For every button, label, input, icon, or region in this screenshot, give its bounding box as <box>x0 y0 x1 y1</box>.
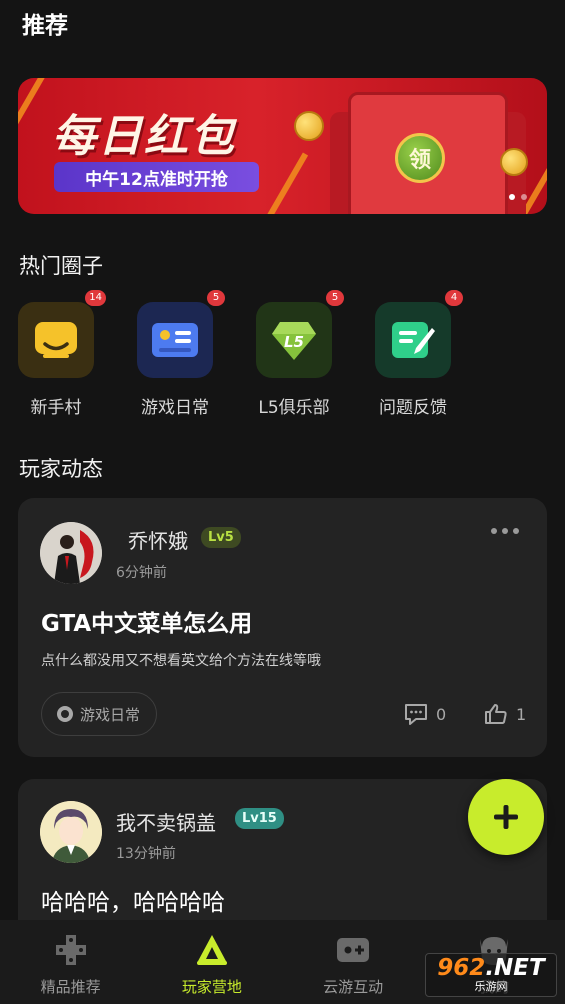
daily-red-packet-banner[interactable]: 每日红包 中午12点准时开抢 领 <box>18 78 547 214</box>
watermark-subtitle: 乐游网 <box>474 980 508 993</box>
page-title: 推荐 <box>22 13 68 39</box>
post-card[interactable]: 乔怀娥 Lv5 6分钟前 GTA中文菜单怎么用 点什么都没用又不想看英文给个方法… <box>18 498 547 757</box>
like-count: 1 <box>516 704 527 724</box>
diamond-l5-icon: L5 <box>272 322 316 360</box>
circle-item-newbie[interactable]: 14 新手村 <box>6 290 106 418</box>
player-feed-heading: 玩家动态 <box>19 457 103 481</box>
post-author[interactable]: 乔怀娥 <box>128 525 188 554</box>
post-time: 13分钟前 <box>116 846 176 862</box>
avatar[interactable] <box>40 522 102 584</box>
pagination-dot <box>521 194 527 200</box>
nav-item-featured[interactable]: 精品推荐 <box>0 920 141 1004</box>
banner-decor-stripe <box>18 78 47 154</box>
unread-badge: 14 <box>85 290 106 306</box>
nav-label: 云游互动 <box>323 978 384 996</box>
circle-tag-icon <box>57 706 73 722</box>
plus-icon <box>494 805 518 829</box>
like-button[interactable]: 1 <box>484 703 526 725</box>
level-badge: Lv5 <box>201 527 241 548</box>
comment-count: 0 <box>436 704 447 724</box>
circle-icon-wrapper: L5 5 <box>256 290 344 378</box>
unread-badge: 5 <box>326 290 344 306</box>
post-card[interactable]: 我不卖锅盖 Lv15 13分钟前 哈哈哈，哈哈哈哈 <box>18 779 547 939</box>
circle-label: L5俱乐部 <box>258 398 330 418</box>
pagination-dot <box>509 194 515 200</box>
smile-card-icon <box>35 322 77 358</box>
circle-item-game-daily[interactable]: 5 游戏日常 <box>125 290 225 418</box>
unread-badge: 4 <box>445 290 463 306</box>
circle-icon-wrapper: 4 <box>375 290 463 378</box>
banner-subtitle: 中午12点准时开抢 <box>54 162 259 192</box>
gold-coin-icon <box>500 148 528 176</box>
circle-label: 游戏日常 <box>141 398 209 418</box>
watermark-logo: 962.NET <box>437 955 545 981</box>
svg-text:L5: L5 <box>284 333 304 351</box>
thumbs-up-icon <box>485 704 507 724</box>
circle-item-feedback[interactable]: 4 问题反馈 <box>363 290 463 418</box>
avatar[interactable] <box>40 801 102 863</box>
cloud-game-icon <box>337 938 370 962</box>
unread-badge: 5 <box>207 290 225 306</box>
envelope-seal: 领 <box>395 133 445 183</box>
level-badge: Lv15 <box>235 808 284 829</box>
post-title: GTA中文菜单怎么用 <box>41 611 253 637</box>
gold-coin-icon <box>294 111 324 141</box>
comment-button[interactable]: 0 <box>404 703 446 725</box>
profile-card-icon <box>152 323 198 357</box>
circle-label: 问题反馈 <box>379 398 447 418</box>
circle-icon-wrapper: 14 <box>18 290 106 378</box>
nav-item-player-camp[interactable]: 玩家营地 <box>141 920 282 1004</box>
gamepad-icon <box>55 935 86 965</box>
avatar-image <box>40 522 102 584</box>
site-watermark: 962.NET 乐游网 <box>425 953 557 997</box>
nav-label: 精品推荐 <box>40 978 101 996</box>
camp-tent-icon <box>196 935 227 965</box>
post-body: 点什么都没用又不想看英文给个方法在线等哦 <box>41 653 321 669</box>
post-tag-label: 游戏日常 <box>80 705 141 724</box>
post-time: 6分钟前 <box>116 565 167 581</box>
nav-item-cloud-interaction[interactable]: 云游互动 <box>283 920 424 1004</box>
more-options-icon[interactable] <box>491 528 519 534</box>
create-post-button[interactable] <box>468 779 544 855</box>
post-author[interactable]: 我不卖锅盖 <box>116 807 216 836</box>
note-pencil-icon <box>392 322 435 358</box>
circle-item-l5-club[interactable]: L5 5 L5俱乐部 <box>244 290 344 418</box>
nav-label: 玩家营地 <box>181 978 242 996</box>
banner-title: 每日红包 <box>52 111 236 162</box>
post-title: 哈哈哈，哈哈哈哈 <box>41 890 225 916</box>
banner-decor-stripe <box>257 152 309 214</box>
banner-pagination <box>509 194 527 200</box>
hot-circles-heading: 热门圈子 <box>19 254 103 278</box>
comment-icon <box>405 704 427 725</box>
circle-icon-wrapper: 5 <box>137 290 225 378</box>
avatar-image <box>40 801 102 863</box>
post-tag-chip[interactable]: 游戏日常 <box>41 692 158 736</box>
circle-label: 新手村 <box>30 398 82 418</box>
